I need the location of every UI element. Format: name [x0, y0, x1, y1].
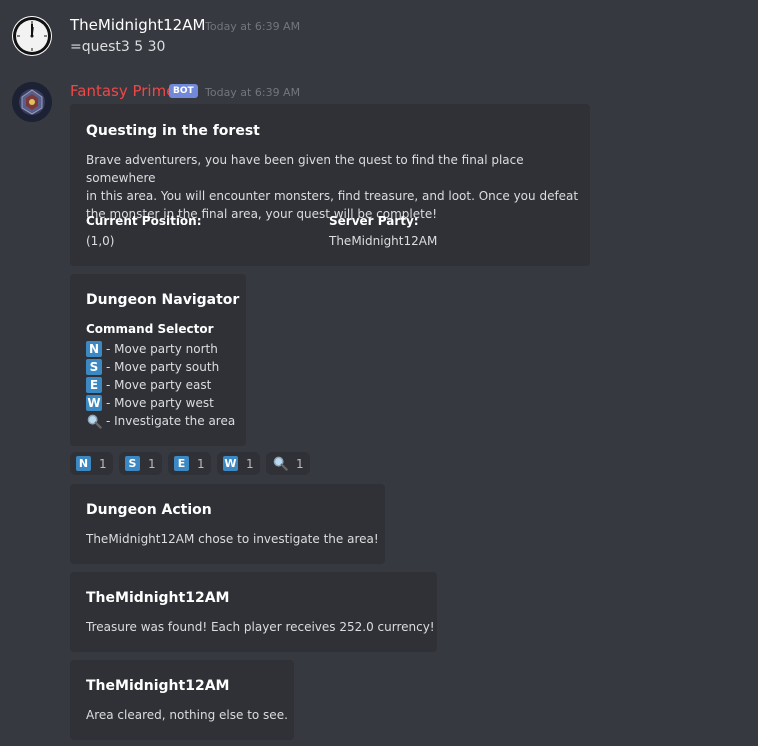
- embed-description: Brave adventurers, you have been given t…: [86, 153, 579, 221]
- magnifier-icon: [86, 413, 102, 429]
- regional-w-icon: W: [86, 395, 102, 411]
- field-name: Current Position:: [86, 214, 202, 228]
- author-name[interactable]: TheMidnight12AM: [70, 16, 205, 34]
- regional-n-icon: N: [76, 456, 91, 471]
- timestamp: Today at 6:39 AM: [205, 20, 301, 33]
- reaction-count: 1: [197, 456, 205, 471]
- message-text: =quest3 5 30: [70, 39, 166, 55]
- quest-embed: Questing in the forest Brave adventurers…: [70, 104, 590, 266]
- reaction-magnifier[interactable]: 1: [266, 452, 310, 475]
- field-value: (1,0): [86, 234, 115, 248]
- command-row: - Investigate the area: [86, 412, 235, 430]
- command-list: N - Move party north S - Move party sout…: [86, 340, 235, 430]
- reaction-count: 1: [148, 456, 156, 471]
- command-row: N - Move party north: [86, 340, 235, 358]
- field-name: Server Party:: [329, 214, 419, 228]
- reaction-n[interactable]: N 1: [70, 452, 113, 475]
- embed-title: TheMidnight12AM: [86, 590, 230, 606]
- bot-tag: BOT: [169, 84, 198, 98]
- fantasy-avatar-icon[interactable]: [12, 82, 52, 122]
- clock-icon[interactable]: [12, 16, 52, 56]
- action-embed: Dungeon Action TheMidnight12AM chose to …: [70, 484, 385, 564]
- regional-n-icon: N: [86, 341, 102, 357]
- reaction-count: 1: [296, 456, 304, 471]
- navigator-embed: Dungeon Navigator Command Selector N - M…: [70, 274, 246, 446]
- field-value: TheMidnight12AM: [329, 234, 438, 248]
- regional-e-icon: E: [86, 377, 102, 393]
- command-row: E - Move party east: [86, 376, 235, 394]
- magnifier-icon: [272, 456, 288, 472]
- embed-description: Area cleared, nothing else to see.: [86, 708, 288, 722]
- embed-title: Dungeon Action: [86, 502, 212, 518]
- reaction-e[interactable]: E 1: [168, 452, 211, 475]
- command-row: S - Move party south: [86, 358, 235, 376]
- bot-author-name[interactable]: Fantasy Prime: [70, 82, 175, 100]
- reaction-s[interactable]: S 1: [119, 452, 162, 475]
- embed-title: Dungeon Navigator: [86, 292, 240, 308]
- regional-e-icon: E: [174, 456, 189, 471]
- reaction-w[interactable]: W 1: [217, 452, 260, 475]
- timestamp: Today at 6:39 AM: [205, 86, 301, 99]
- command-selector-heading: Command Selector: [86, 322, 214, 336]
- command-row: W - Move party west: [86, 395, 214, 411]
- reaction-count: 1: [99, 456, 107, 471]
- embed-title: TheMidnight12AM: [86, 678, 230, 694]
- treasure-embed: TheMidnight12AM Treasure was found! Each…: [70, 572, 437, 652]
- embed-description: TheMidnight12AM chose to investigate the…: [86, 532, 379, 546]
- regional-s-icon: S: [86, 359, 102, 375]
- embed-description: Treasure was found! Each player receives…: [86, 620, 435, 634]
- regional-s-icon: S: [125, 456, 140, 471]
- regional-w-icon: W: [223, 456, 238, 471]
- cleared-embed: TheMidnight12AM Area cleared, nothing el…: [70, 660, 294, 740]
- embed-title: Questing in the forest: [86, 123, 260, 139]
- reaction-count: 1: [246, 456, 254, 471]
